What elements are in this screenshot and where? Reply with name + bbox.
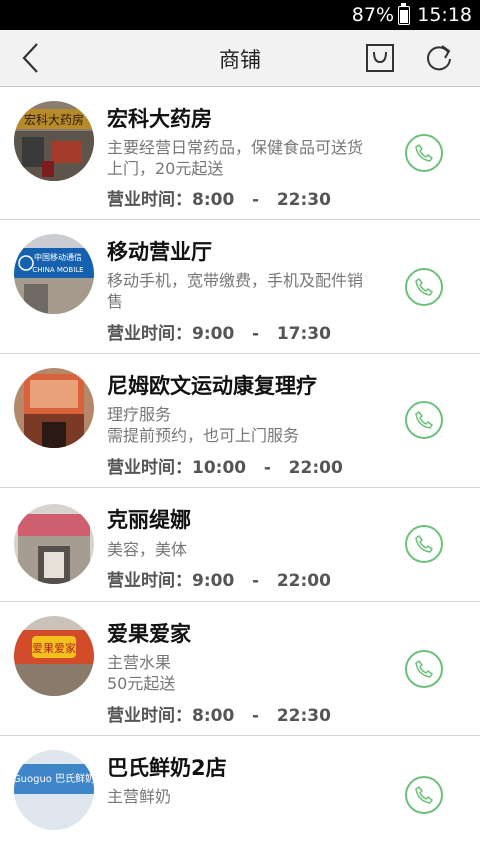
shop-name: 爱果爱家	[107, 622, 191, 646]
shop-avatar	[14, 504, 94, 584]
shop-description: 美容，美体	[107, 540, 188, 559]
phone-icon	[415, 660, 433, 678]
shop-hours: 营业时间：8:00 - 22:30	[107, 706, 331, 726]
call-button[interactable]	[405, 776, 443, 814]
shop-item[interactable]: 尼姆欧文运动康复理疗 理疗服务 需提前预约，也可上门服务 营业时间：10:00 …	[0, 354, 480, 488]
svg-text:CHINA MOBILE: CHINA MOBILE	[32, 266, 83, 274]
phone-icon	[415, 411, 433, 429]
shop-avatar: 爱果爱家	[14, 616, 94, 696]
shop-hours: 营业时间：9:00 - 17:30	[107, 324, 331, 344]
shop-name: 尼姆欧文运动康复理疗	[107, 374, 317, 398]
battery-percentage: 87%	[351, 4, 394, 26]
shop-hours: 营业时间：10:00 - 22:00	[107, 458, 343, 478]
call-button[interactable]	[405, 525, 443, 563]
shop-description: 移动手机，宽带缴费，手机及配件销售	[107, 271, 364, 311]
shopping-bag-button[interactable]	[366, 44, 394, 72]
shop-name: 克丽缇娜	[107, 508, 191, 532]
call-button[interactable]	[405, 650, 443, 688]
shop-name: 巴氏鲜奶2店	[107, 756, 227, 780]
shop-description: 主营鲜奶	[107, 787, 172, 806]
phone-icon	[415, 535, 433, 553]
refresh-button[interactable]	[424, 43, 454, 73]
shop-item[interactable]: 克丽缇娜 美容，美体 营业时间：9:00 - 22:00	[0, 488, 480, 602]
shop-avatar: 中国移动通信 CHINA MOBILE	[14, 234, 94, 314]
app-header: 商铺	[0, 30, 480, 87]
sign-text: 爱果爱家	[32, 641, 76, 655]
shop-avatar: 宏科大药房	[14, 101, 94, 181]
shop-description: 理疗服务 需提前预约，也可上门服务	[107, 405, 300, 445]
sign-text: Guoguo 巴氏鲜奶	[14, 772, 94, 785]
status-bar: 87% 15:18	[0, 0, 480, 30]
shop-list: 宏科大药房 宏科大药房 主要经营日常药品，保健食品可送货上门，20元起送 营业时…	[0, 87, 480, 846]
battery-icon	[398, 3, 410, 25]
shop-item[interactable]: 爱果爱家 爱果爱家 主营水果 50元起送 营业时间：8:00 - 22:30	[0, 602, 480, 736]
phone-icon	[415, 278, 433, 296]
phone-icon	[415, 786, 433, 804]
shop-description: 主要经营日常药品，保健食品可送货上门，20元起送	[107, 138, 364, 178]
shop-name: 宏科大药房	[107, 107, 212, 131]
phone-icon	[415, 144, 433, 162]
shop-item[interactable]: 中国移动通信 CHINA MOBILE 移动营业厅 移动手机，宽带缴费，手机及配…	[0, 220, 480, 354]
svg-text:中国移动通信: 中国移动通信	[34, 252, 82, 262]
call-button[interactable]	[405, 268, 443, 306]
shop-item[interactable]: 宏科大药房 宏科大药房 主要经营日常药品，保健食品可送货上门，20元起送 营业时…	[0, 87, 480, 220]
call-button[interactable]	[405, 401, 443, 439]
shop-hours: 营业时间：9:00 - 22:00	[107, 571, 331, 591]
call-button[interactable]	[405, 134, 443, 172]
shop-item[interactable]: Guoguo 巴氏鲜奶 巴氏鲜奶2店 主营鲜奶	[0, 736, 480, 846]
refresh-icon	[427, 45, 451, 71]
shopping-bag-icon	[366, 44, 394, 72]
shop-avatar: Guoguo 巴氏鲜奶	[14, 750, 94, 830]
shop-hours: 营业时间：8:00 - 22:30	[107, 190, 331, 210]
shop-name: 移动营业厅	[107, 240, 212, 264]
shop-avatar	[14, 368, 94, 448]
shop-description: 主营水果 50元起送	[107, 653, 176, 693]
page-title: 商铺	[219, 48, 261, 72]
status-clock: 15:18	[417, 4, 472, 26]
sign-text: 宏科大药房	[24, 112, 84, 127]
